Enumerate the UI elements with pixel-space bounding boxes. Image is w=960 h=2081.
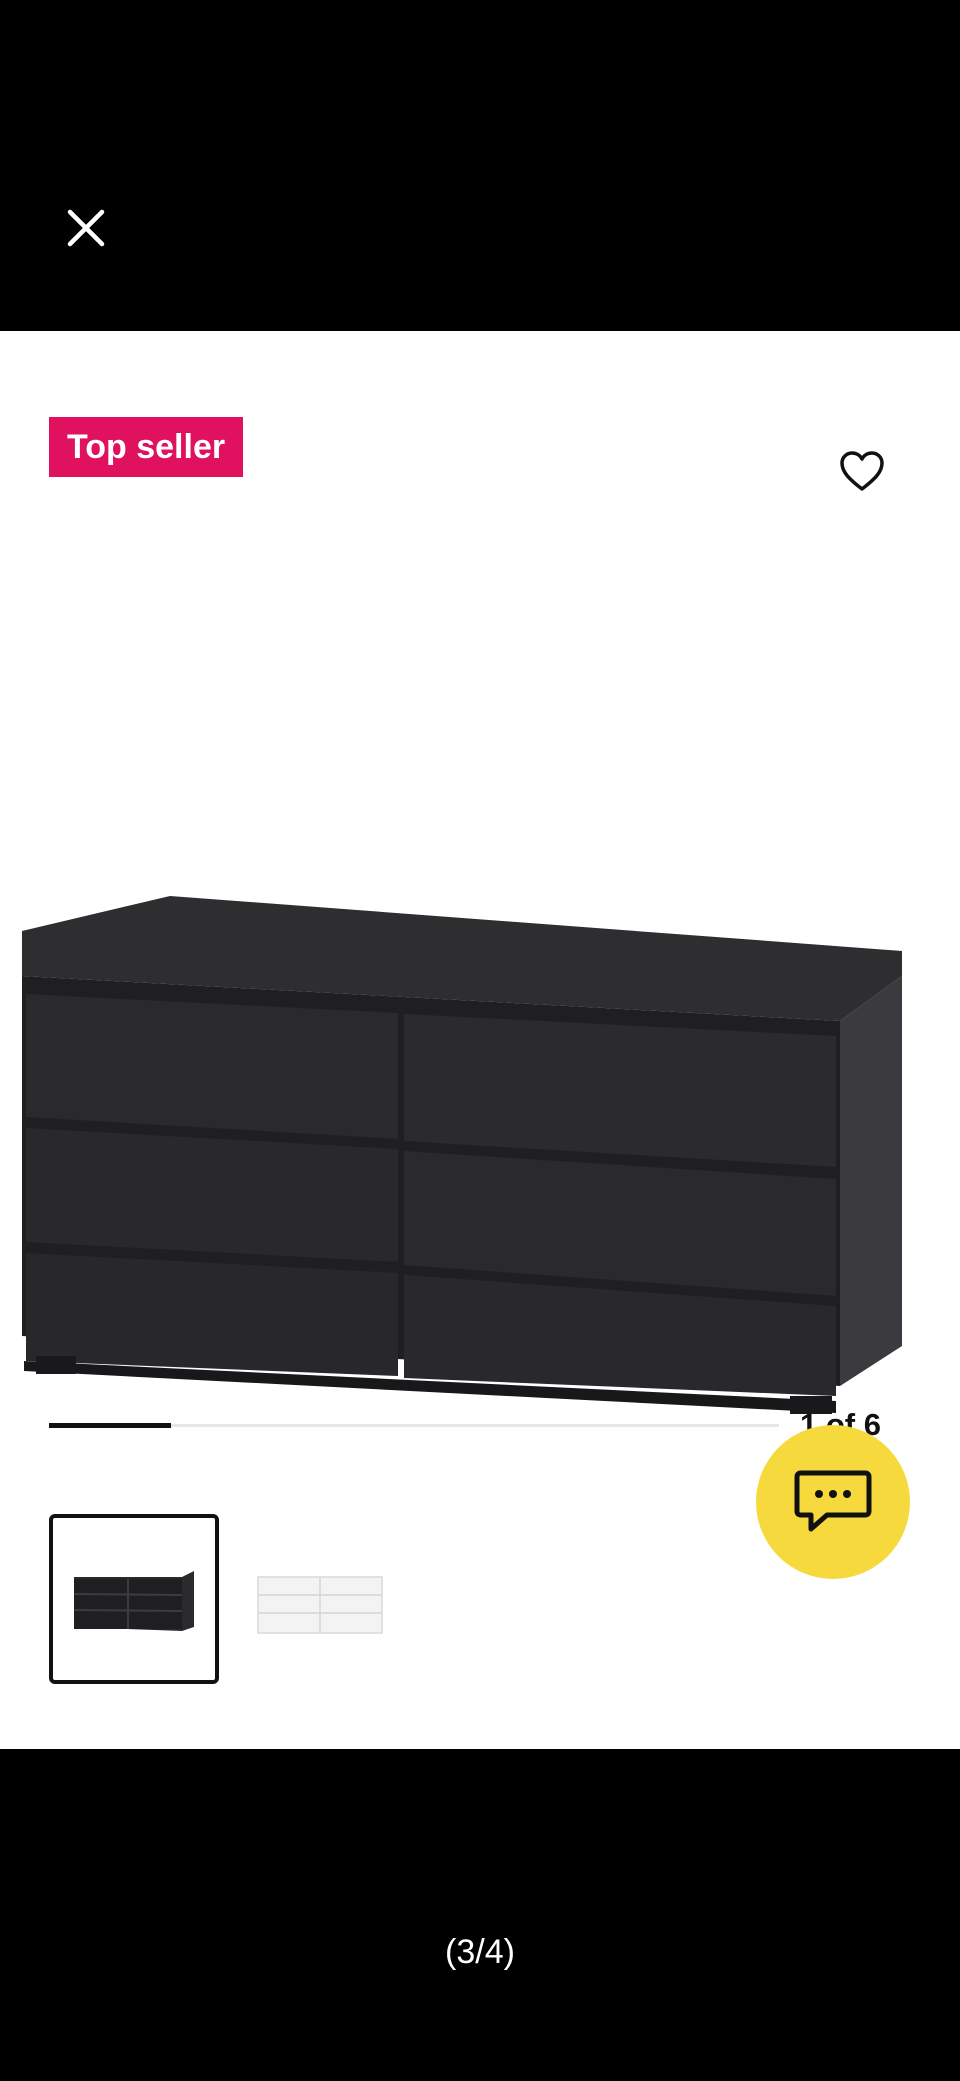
drawer: [26, 1128, 398, 1262]
favorite-button[interactable]: [832, 441, 892, 501]
drawer: [26, 994, 398, 1139]
product-image[interactable]: [0, 551, 960, 1511]
close-icon: [67, 209, 105, 247]
product-gallery: Top seller 1 of 6: [0, 331, 960, 1749]
chat-button[interactable]: [756, 1425, 910, 1579]
thumbnail-black-dresser[interactable]: [49, 1514, 219, 1684]
dresser-foot: [36, 1356, 76, 1374]
viewer-header: [0, 0, 960, 331]
thumbnail-strip: [49, 1514, 403, 1684]
heart-outline-icon: [840, 451, 884, 491]
thumbnail-white-dresser[interactable]: [233, 1514, 403, 1684]
dresser-side: [840, 976, 902, 1386]
top-seller-badge: Top seller: [49, 417, 244, 477]
chat-bubble-icon: [794, 1470, 872, 1532]
image-progress-fill: [49, 1423, 171, 1428]
close-button[interactable]: [58, 200, 114, 256]
drawer: [26, 1253, 398, 1376]
image-progress-track: [49, 1423, 779, 1428]
black-dresser-thumbnail: [73, 1571, 194, 1631]
white-dresser-thumbnail: [257, 1576, 383, 1634]
drawer: [404, 1014, 836, 1167]
page-indicator: (3/4): [445, 1933, 515, 1971]
